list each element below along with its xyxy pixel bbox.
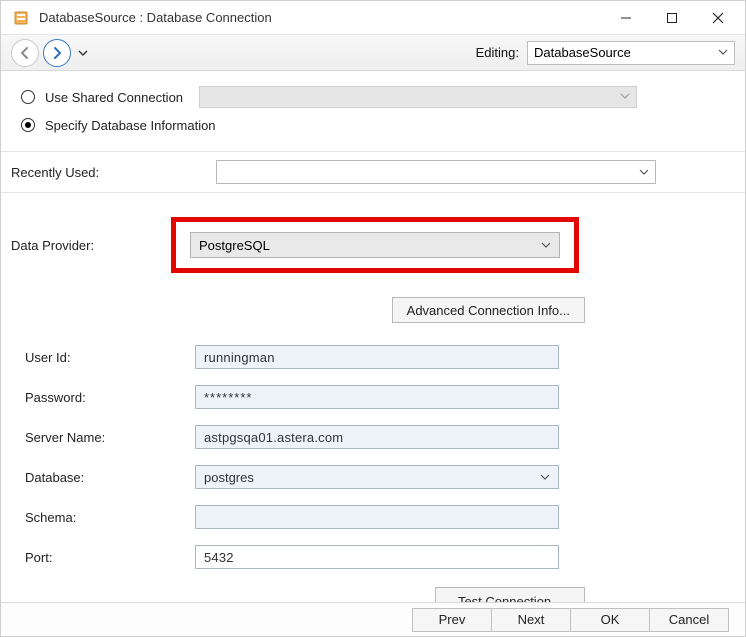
ok-button[interactable]: OK <box>570 608 650 632</box>
chevron-down-icon <box>718 45 728 60</box>
port-label: Port: <box>25 550 195 565</box>
connection-mode-section: Use Shared Connection Specify Database I… <box>1 71 745 152</box>
maximize-button[interactable] <box>649 2 695 34</box>
server-name-label: Server Name: <box>25 430 195 445</box>
password-value: ******** <box>204 390 252 405</box>
database-value: postgres <box>204 470 254 485</box>
recently-used-combo[interactable] <box>216 160 656 184</box>
schema-input[interactable] <box>195 505 559 529</box>
advanced-connection-button[interactable]: Advanced Connection Info... <box>392 297 585 323</box>
back-button[interactable] <box>11 39 39 67</box>
specify-database-radio[interactable] <box>21 118 35 132</box>
user-id-input[interactable]: runningman <box>195 345 559 369</box>
password-input[interactable]: ******** <box>195 385 559 409</box>
database-label: Database: <box>25 470 195 485</box>
forward-dropdown-icon[interactable] <box>75 48 91 58</box>
close-button[interactable] <box>695 2 741 34</box>
specify-database-label: Specify Database Information <box>45 118 216 133</box>
titlebar: DatabaseSource : Database Connection <box>1 1 745 35</box>
editing-value: DatabaseSource <box>534 45 631 60</box>
chevron-down-icon <box>620 88 630 106</box>
server-name-input[interactable]: astpgsqa01.astera.com <box>195 425 559 449</box>
editing-combo[interactable]: DatabaseSource <box>527 41 735 65</box>
data-provider-highlight: PostgreSQL <box>171 217 579 273</box>
test-connection-button[interactable]: Test Connection... <box>435 587 585 602</box>
chevron-down-icon <box>541 238 551 253</box>
cancel-button[interactable]: Cancel <box>649 608 729 632</box>
navbar: Editing: DatabaseSource <box>1 35 745 71</box>
user-id-label: User Id: <box>25 350 195 365</box>
footer: Prev Next OK Cancel <box>1 602 745 636</box>
port-input[interactable]: 5432 <box>195 545 559 569</box>
dialog-window: DatabaseSource : Database Connection Edi… <box>0 0 746 637</box>
app-icon <box>13 9 31 27</box>
minimize-button[interactable] <box>603 2 649 34</box>
password-label: Password: <box>25 390 195 405</box>
forward-button[interactable] <box>43 39 71 67</box>
port-value: 5432 <box>204 550 234 565</box>
user-id-value: runningman <box>204 350 275 365</box>
prev-button[interactable]: Prev <box>412 608 492 632</box>
next-button[interactable]: Next <box>491 608 571 632</box>
schema-label: Schema: <box>25 510 195 525</box>
use-shared-label: Use Shared Connection <box>45 90 183 105</box>
chevron-down-icon <box>540 470 550 485</box>
chevron-down-icon <box>639 165 649 180</box>
database-combo[interactable]: postgres <box>195 465 559 489</box>
editing-label: Editing: <box>476 45 519 60</box>
body-wrap: Recently Used: Data Provider: PostgreSQL <box>1 152 745 602</box>
server-name-value: astpgsqa01.astera.com <box>204 430 343 445</box>
window-controls <box>603 2 741 34</box>
shared-connection-combo[interactable] <box>199 86 637 108</box>
data-provider-row: Data Provider: PostgreSQL <box>1 193 745 297</box>
data-provider-combo[interactable]: PostgreSQL <box>190 232 560 258</box>
data-provider-label: Data Provider: <box>9 238 171 253</box>
use-shared-radio[interactable] <box>21 90 35 104</box>
form: Recently Used: Data Provider: PostgreSQL <box>1 152 745 602</box>
recently-used-label: Recently Used: <box>11 165 216 180</box>
window-title: DatabaseSource : Database Connection <box>39 10 272 25</box>
recently-used-row: Recently Used: <box>1 152 745 193</box>
data-provider-value: PostgreSQL <box>199 238 270 253</box>
scroll-area[interactable]: Recently Used: Data Provider: PostgreSQL <box>1 152 745 602</box>
